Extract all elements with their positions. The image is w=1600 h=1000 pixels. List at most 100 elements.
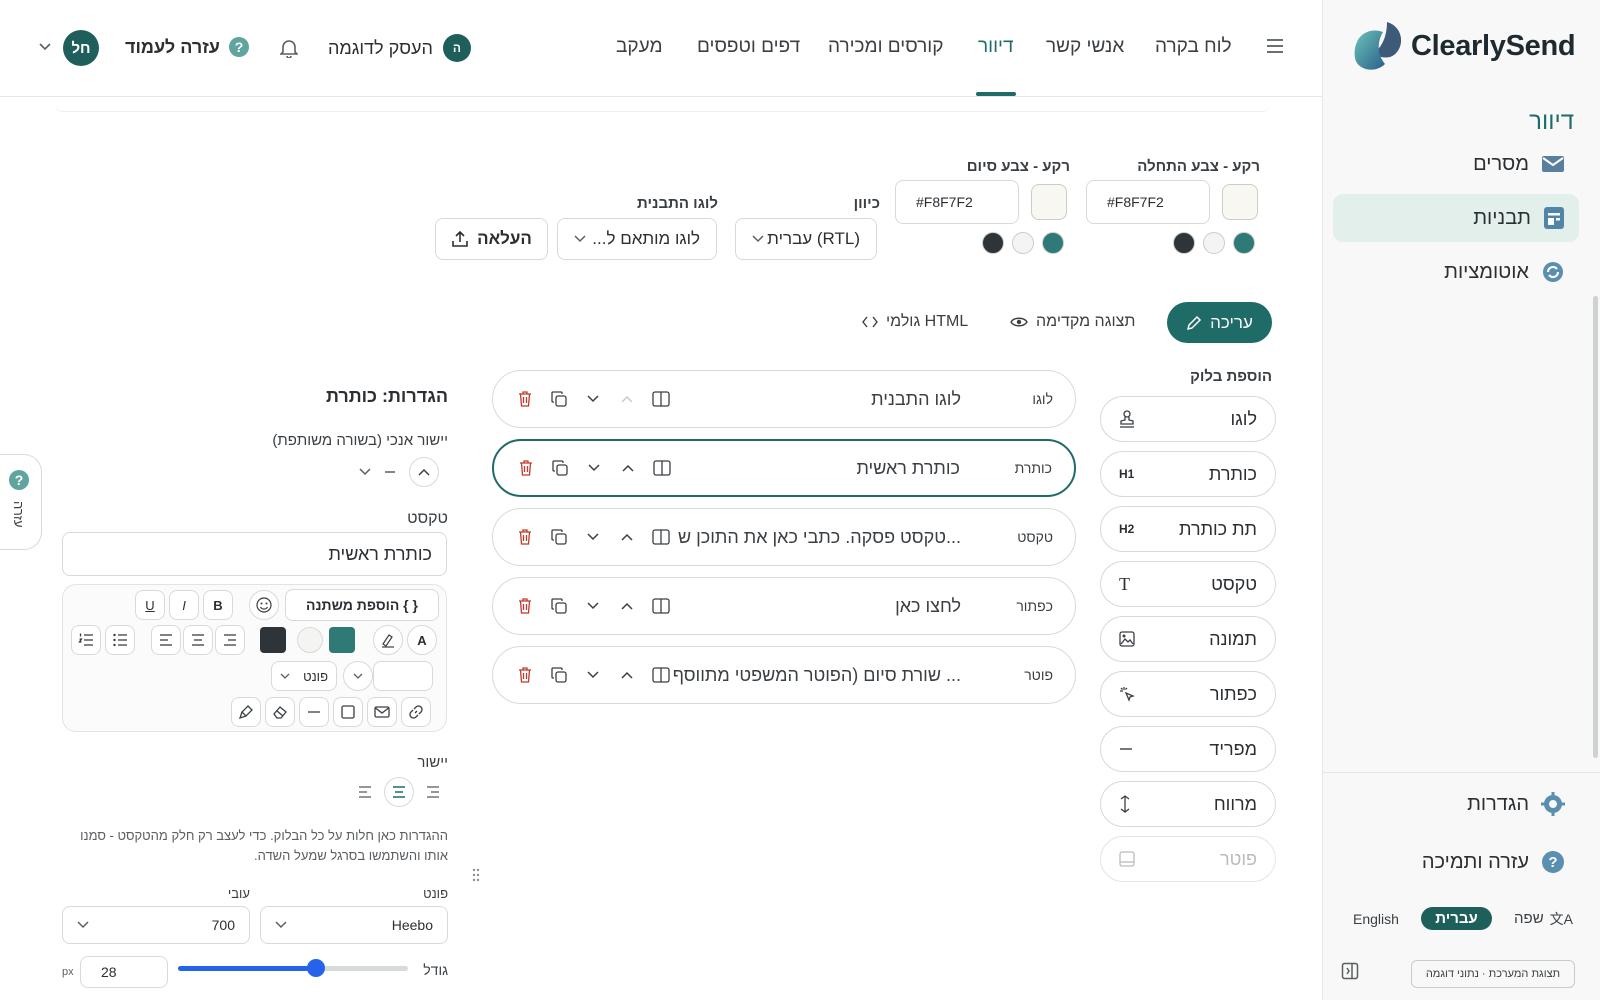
trash-icon[interactable] bbox=[515, 665, 535, 685]
swatch-dark[interactable] bbox=[982, 232, 1004, 254]
align-top-icon[interactable] bbox=[409, 457, 440, 487]
bell-icon[interactable] bbox=[280, 38, 298, 58]
trash-icon[interactable] bbox=[515, 596, 535, 616]
block-row[interactable]: שורת סיום (הפוטר המשפטי מתווסף ... פוטר bbox=[492, 646, 1076, 704]
menu-icon[interactable] bbox=[1266, 38, 1284, 54]
swatch-light[interactable] bbox=[1203, 232, 1225, 254]
block-row[interactable]: כותרת ראשית כותרת bbox=[492, 439, 1076, 497]
duplicate-icon[interactable] bbox=[549, 389, 569, 409]
horizontal-rule-icon[interactable] bbox=[299, 697, 329, 727]
move-down-icon[interactable] bbox=[584, 458, 604, 478]
weight-select[interactable]: 700 bbox=[62, 906, 250, 944]
palette-item-divider[interactable]: מפריד bbox=[1100, 726, 1276, 772]
move-down-icon[interactable] bbox=[583, 665, 603, 685]
tab-raw-html[interactable]: HTML גולמי bbox=[862, 313, 968, 331]
email-icon[interactable] bbox=[367, 697, 397, 727]
block-row[interactable]: לחצו כאן כפתור bbox=[492, 577, 1076, 635]
font-size-input[interactable] bbox=[373, 661, 433, 691]
page-help-button[interactable]: ? עזרה לעמוד bbox=[125, 36, 250, 58]
trash-icon[interactable] bbox=[515, 389, 535, 409]
move-up-icon[interactable] bbox=[618, 458, 638, 478]
highlight-icon[interactable] bbox=[373, 625, 403, 655]
sidebar-scrollbar[interactable] bbox=[1593, 296, 1598, 758]
logo-select[interactable]: לוגו מותאם ל... bbox=[557, 218, 717, 260]
collapse-sidebar-icon[interactable] bbox=[1341, 962, 1359, 980]
size-input[interactable]: 28 bbox=[80, 956, 168, 988]
drag-handle-icon[interactable] bbox=[472, 868, 480, 882]
bg-end-color-picker[interactable] bbox=[1031, 184, 1067, 220]
columns-icon[interactable] bbox=[652, 458, 672, 478]
numbered-list-icon[interactable] bbox=[71, 625, 101, 655]
move-up-icon[interactable] bbox=[617, 389, 637, 409]
emoji-icon[interactable] bbox=[249, 590, 279, 620]
bg-start-color-picker[interactable] bbox=[1222, 184, 1258, 220]
align-right-icon[interactable] bbox=[215, 625, 245, 655]
move-down-icon[interactable] bbox=[583, 596, 603, 616]
columns-icon[interactable] bbox=[651, 665, 671, 685]
duplicate-icon[interactable] bbox=[549, 596, 569, 616]
swatch-dark[interactable] bbox=[260, 627, 286, 653]
duplicate-icon[interactable] bbox=[549, 665, 569, 685]
align-center-icon[interactable] bbox=[384, 777, 414, 807]
nav-item-courses[interactable]: קורסים ומכירה bbox=[828, 36, 943, 58]
lang-en-button[interactable]: English bbox=[1353, 911, 1399, 927]
tab-preview[interactable]: תצוגה מקדימה bbox=[1010, 313, 1135, 331]
bg-start-hex-input[interactable]: #F8F7F2 bbox=[1086, 180, 1210, 224]
move-down-icon[interactable] bbox=[583, 389, 603, 409]
nav-item-contacts[interactable]: אנשי קשר bbox=[1046, 36, 1124, 58]
palette-item-logo[interactable]: לוגו bbox=[1100, 396, 1276, 442]
block-row[interactable]: טקסט פסקה. כתבי כאן את התוכן ש... טקסט bbox=[492, 508, 1076, 566]
sidebar-item-automations[interactable]: אוטומציות bbox=[1333, 248, 1579, 296]
sidebar-item-templates[interactable]: תבניות bbox=[1333, 194, 1579, 242]
block-row[interactable]: לוגו התבנית לוגו bbox=[492, 370, 1076, 428]
sidebar-item-help[interactable]: עזרה ותמיכה ? bbox=[1333, 838, 1579, 886]
nav-item-pages[interactable]: דפים וטפסים bbox=[697, 36, 800, 58]
swatch-teal[interactable] bbox=[1042, 232, 1064, 254]
heading-text-input[interactable]: כותרת ראשית bbox=[62, 532, 447, 576]
direction-select[interactable]: עברית (RTL) bbox=[735, 218, 877, 260]
palette-item-subheading[interactable]: H2 תת כותרת bbox=[1100, 506, 1276, 552]
move-up-icon[interactable] bbox=[617, 596, 637, 616]
nav-item-dashboard[interactable]: לוח בקרה bbox=[1155, 36, 1232, 58]
font-family-select[interactable]: פונט bbox=[271, 661, 337, 691]
nav-item-mailing[interactable]: דיוור bbox=[978, 36, 1014, 58]
chevron-down-icon[interactable] bbox=[38, 42, 52, 52]
move-up-icon[interactable] bbox=[617, 527, 637, 547]
bullet-list-icon[interactable] bbox=[105, 625, 135, 655]
swatch-light[interactable] bbox=[1012, 232, 1034, 254]
bold-button[interactable]: B bbox=[203, 590, 233, 620]
palette-item-image[interactable]: תמונה bbox=[1100, 616, 1276, 662]
user-avatar[interactable]: חל bbox=[63, 30, 99, 66]
floating-help-tab[interactable]: ? עזרה bbox=[0, 454, 42, 550]
align-left-icon[interactable] bbox=[358, 786, 372, 798]
align-right-icon[interactable] bbox=[426, 786, 440, 798]
sidebar-item-messages[interactable]: מסרים bbox=[1333, 140, 1579, 188]
trash-icon[interactable] bbox=[515, 527, 535, 547]
add-variable-button[interactable]: { } הוספת משתנה bbox=[285, 589, 439, 621]
italic-button[interactable]: I bbox=[169, 590, 199, 620]
size-slider[interactable] bbox=[178, 959, 408, 977]
align-center-icon[interactable] bbox=[183, 625, 213, 655]
font-color-button[interactable]: A bbox=[407, 625, 437, 655]
swatch-dark[interactable] bbox=[1173, 232, 1195, 254]
nav-item-tracking[interactable]: מעקב bbox=[616, 36, 663, 58]
upload-button[interactable]: העלאה bbox=[435, 218, 548, 260]
palette-item-button[interactable]: כפתור bbox=[1100, 671, 1276, 717]
move-up-icon[interactable] bbox=[617, 665, 637, 685]
palette-item-spacer[interactable]: מרווח bbox=[1100, 781, 1276, 827]
move-down-icon[interactable] bbox=[583, 527, 603, 547]
duplicate-icon[interactable] bbox=[550, 458, 570, 478]
box-icon[interactable] bbox=[333, 697, 363, 727]
columns-icon[interactable] bbox=[651, 527, 671, 547]
chevron-down-icon[interactable] bbox=[343, 661, 373, 691]
swatch-teal[interactable] bbox=[1233, 232, 1255, 254]
columns-icon[interactable] bbox=[651, 596, 671, 616]
paint-brush-icon[interactable] bbox=[231, 697, 261, 727]
columns-icon[interactable] bbox=[651, 389, 671, 409]
tab-edit[interactable]: עריכה bbox=[1167, 302, 1272, 343]
lang-he-button[interactable]: עברית bbox=[1421, 907, 1492, 930]
swatch-teal[interactable] bbox=[329, 627, 355, 653]
palette-item-text[interactable]: T טקסט bbox=[1100, 561, 1276, 607]
slider-thumb[interactable] bbox=[307, 959, 325, 977]
underline-button[interactable]: U bbox=[135, 590, 165, 620]
